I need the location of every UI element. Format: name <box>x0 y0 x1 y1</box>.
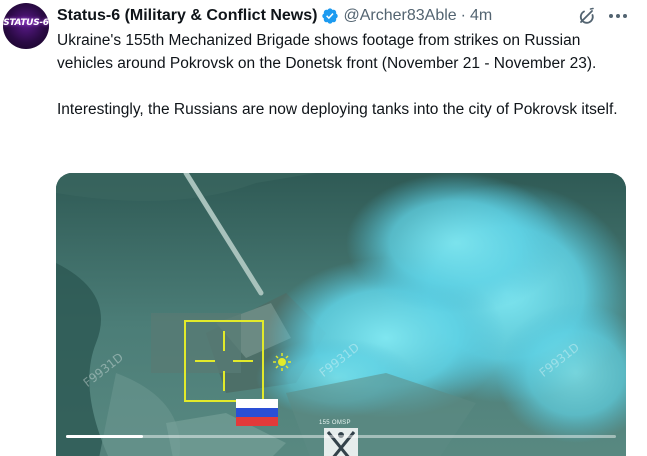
grok-icon[interactable] <box>577 6 597 26</box>
timestamp[interactable]: 4m <box>470 7 492 25</box>
brigade-emblem-icon <box>324 428 358 456</box>
tweet-text: Ukraine's 155th Mechanized Brigade shows… <box>57 29 637 121</box>
russian-flag-icon <box>236 399 278 426</box>
separator-dot: · <box>460 7 466 24</box>
tweet-header: Status-6 (Military & Conflict News) @Arc… <box>57 5 492 27</box>
video-progress-bar[interactable] <box>66 435 616 438</box>
video-frame <box>56 173 626 456</box>
tweet: STATUS-6 Status-6 (Military & Conflict N… <box>0 0 647 456</box>
tweet-paragraph-1: Ukraine's 155th Mechanized Brigade shows… <box>57 32 597 72</box>
video-progress-fill <box>66 435 143 438</box>
avatar-label: STATUS-6 <box>3 18 49 28</box>
display-name[interactable]: Status-6 (Military & Conflict News) <box>57 7 317 25</box>
verified-badge-icon <box>321 7 339 25</box>
more-options-icon[interactable] <box>607 6 629 26</box>
tweet-paragraph-2: Interestingly, the Russians are now depl… <box>57 101 618 118</box>
unit-label: 155 OMSP <box>319 420 351 426</box>
video-player[interactable]: F9931D F9931D F9931D 155 OMSP <box>56 173 626 456</box>
avatar[interactable]: STATUS-6 <box>3 3 49 49</box>
user-handle[interactable]: @Archer83Able <box>343 7 456 25</box>
